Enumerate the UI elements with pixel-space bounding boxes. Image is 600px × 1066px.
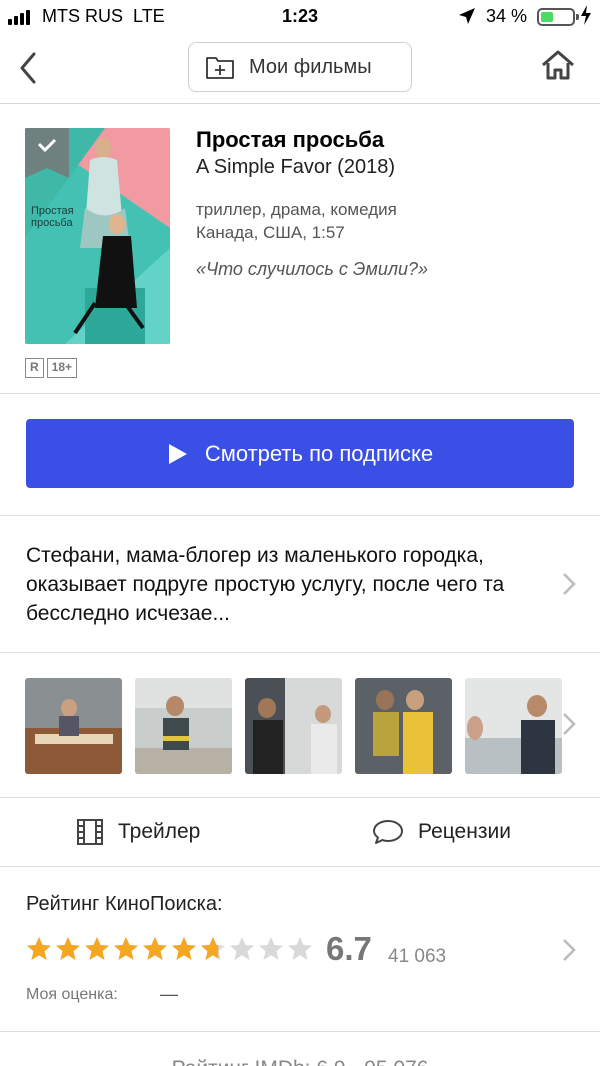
star-icon[interactable] xyxy=(200,936,226,962)
divider xyxy=(0,393,600,394)
divider xyxy=(0,1031,600,1032)
still-3[interactable] xyxy=(245,678,342,774)
watch-subscription-button[interactable]: Смотреть по подписке xyxy=(26,419,574,488)
home-button[interactable] xyxy=(540,48,576,84)
back-button[interactable] xyxy=(14,50,44,86)
still-2[interactable] xyxy=(135,678,232,774)
star-icon[interactable] xyxy=(287,936,313,962)
chevron-right-icon[interactable] xyxy=(562,938,576,962)
rating-stars[interactable] xyxy=(26,936,313,962)
star-icon[interactable] xyxy=(84,936,110,962)
reviews-label: Рецензии xyxy=(418,820,511,843)
movie-poster[interactable]: Простая просьба xyxy=(25,128,170,344)
imdb-rating: Рейтинг IMDb: 6.9 · 95 076 xyxy=(0,1057,600,1066)
star-icon[interactable] xyxy=(171,936,197,962)
star-icon[interactable] xyxy=(113,936,139,962)
poster-title: Простая xyxy=(31,205,74,217)
rating-votes: 41 063 xyxy=(388,946,447,967)
description[interactable]: Стефани, мама-блогер из маленького город… xyxy=(26,541,546,628)
film-icon xyxy=(77,819,103,845)
chevron-left-icon xyxy=(20,52,36,84)
genres: триллер, драма, комедия xyxy=(196,200,397,219)
my-rating-label: Моя оценка: xyxy=(26,986,118,1003)
rating-title: Рейтинг КиноПоиска: xyxy=(26,893,223,915)
trailer-button[interactable]: Трейлер xyxy=(76,814,200,850)
rating-score: 6.7 xyxy=(326,930,372,967)
still-4[interactable] xyxy=(355,678,452,774)
my-films-label: Мои фильмы xyxy=(249,55,372,78)
star-icon[interactable] xyxy=(229,936,255,962)
status-bar: MTS RUS LTE 1:23 34 % xyxy=(0,0,600,34)
battery-icon xyxy=(537,8,579,26)
chevron-right-icon[interactable] xyxy=(562,712,576,736)
still-1[interactable] xyxy=(25,678,122,774)
stills-gallery xyxy=(25,678,562,774)
my-rating-value[interactable]: — xyxy=(160,984,178,1005)
star-icon[interactable] xyxy=(26,936,52,962)
play-icon xyxy=(168,443,187,464)
charging-icon xyxy=(580,5,592,30)
reviews-button[interactable]: Рецензии xyxy=(372,814,511,850)
star-icon[interactable] xyxy=(142,936,168,962)
age-badges: R 18+ xyxy=(25,358,78,378)
location-icon xyxy=(458,7,476,30)
nav-bar: Мои фильмы xyxy=(0,34,600,104)
country-duration: Канада, США, 1:57 xyxy=(196,223,345,242)
mpaa-badge: R xyxy=(25,358,44,378)
divider xyxy=(0,866,600,867)
divider xyxy=(0,515,600,516)
chevron-right-icon[interactable] xyxy=(562,572,576,596)
add-folder-icon xyxy=(206,57,234,79)
home-icon xyxy=(542,50,574,80)
svg-text:просьба: просьба xyxy=(31,217,73,229)
trailer-label: Трейлер xyxy=(118,820,201,843)
divider xyxy=(0,797,600,798)
watch-label: Смотреть по подписке xyxy=(204,440,434,466)
movie-title: Простая просьба xyxy=(196,127,385,152)
still-5[interactable] xyxy=(465,678,562,774)
star-icon[interactable] xyxy=(258,936,284,962)
original-title: A Simple Favor (2018) xyxy=(196,156,395,178)
star-icon[interactable] xyxy=(55,936,81,962)
movie-meta: триллер, драма, комедия Канада, США, 1:5… xyxy=(196,198,397,244)
age-limit-badge: 18+ xyxy=(46,358,78,378)
battery-percent: 34 % xyxy=(486,6,528,26)
divider xyxy=(0,652,600,653)
tagline: «Что случилось с Эмили?» xyxy=(196,259,429,279)
my-films-button[interactable]: Мои фильмы xyxy=(188,42,412,92)
speech-bubble-icon xyxy=(373,820,403,844)
